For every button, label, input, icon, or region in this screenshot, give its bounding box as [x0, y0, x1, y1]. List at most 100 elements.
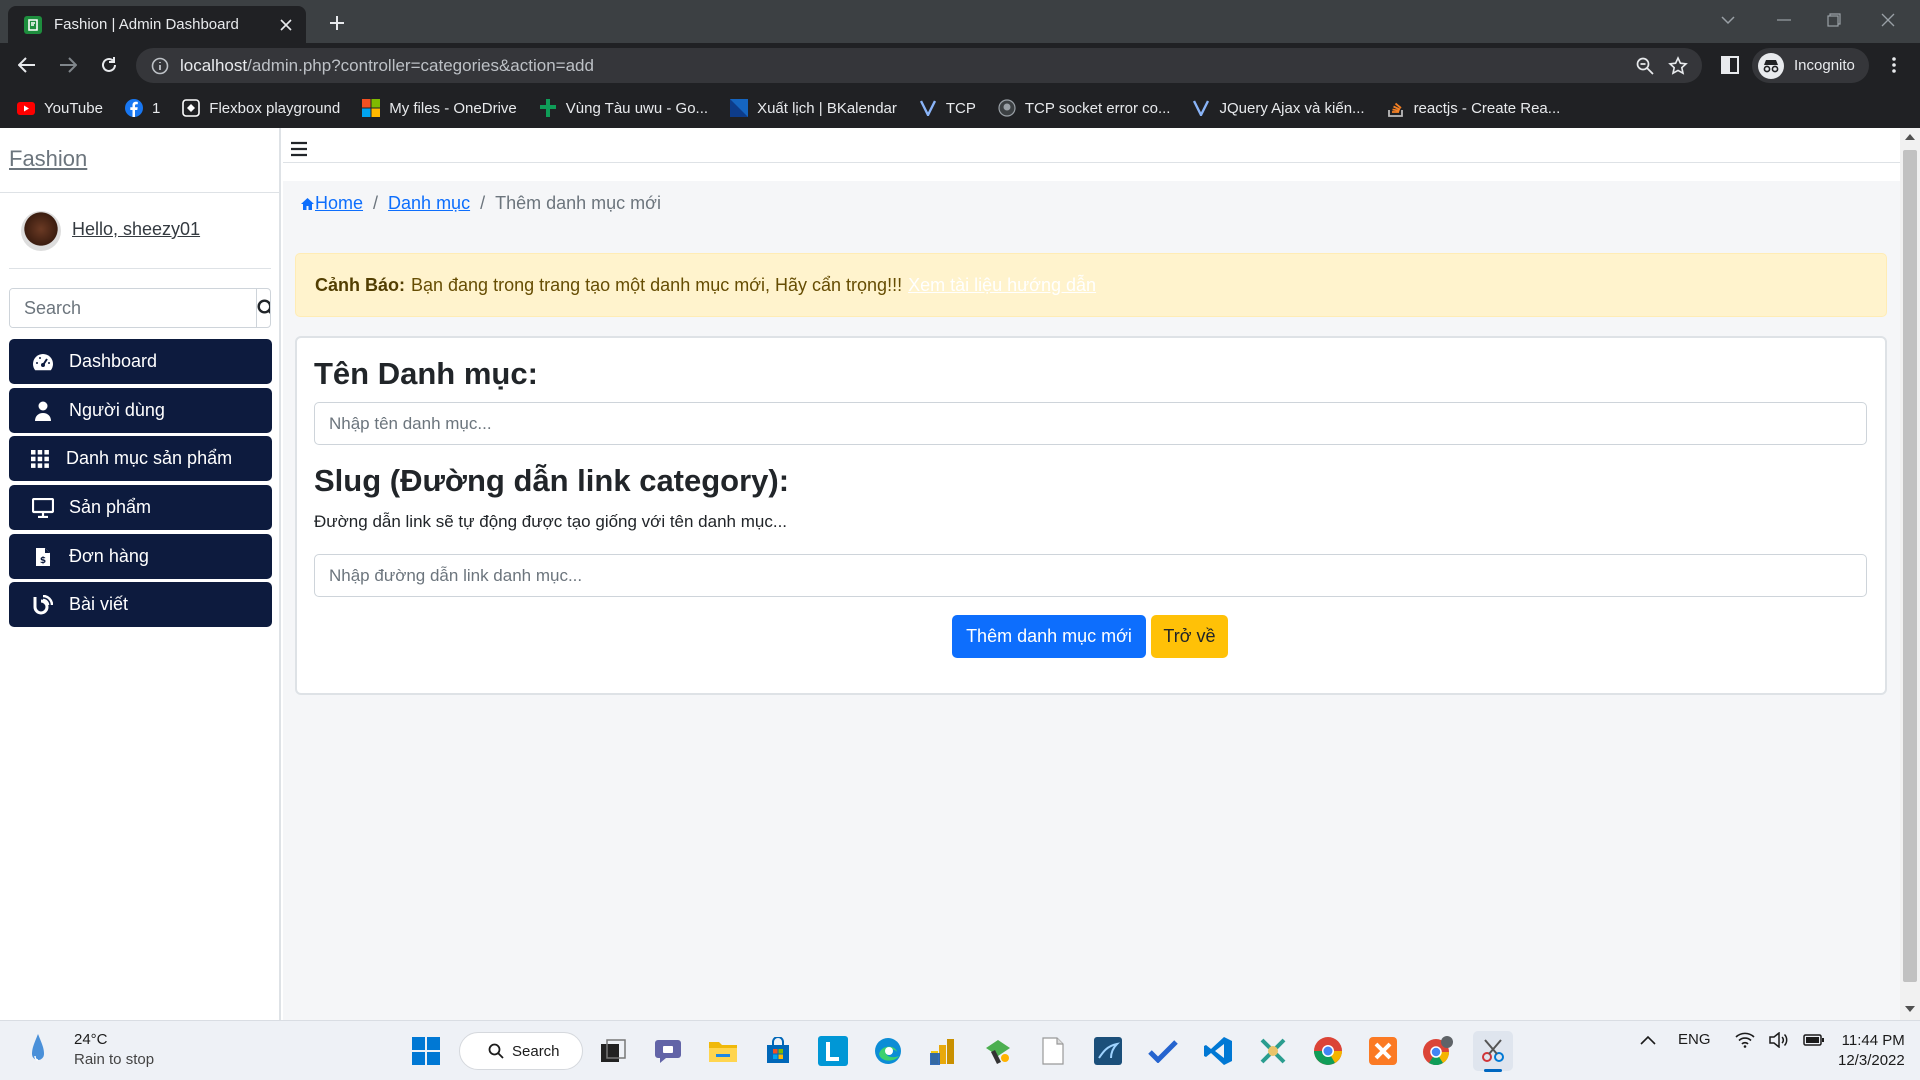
search-button[interactable] — [256, 289, 270, 327]
sidebar-item-label: Bài viết — [69, 594, 129, 614]
bookmark-item[interactable]: Flexbox playground — [182, 99, 340, 117]
v-icon — [919, 99, 937, 117]
close-window-icon[interactable] — [1860, 0, 1916, 40]
power-bi-icon[interactable] — [923, 1031, 963, 1071]
category-name-input[interactable] — [314, 402, 1867, 445]
svg-text:$: $ — [40, 556, 46, 566]
l-app-icon[interactable] — [813, 1031, 853, 1071]
sidebar-item-orders[interactable]: $ Đơn hàng — [9, 534, 272, 579]
site-favicon-icon — [24, 15, 42, 34]
chrome-icon[interactable] — [1308, 1031, 1348, 1071]
snipping-tool-icon[interactable] — [1473, 1031, 1513, 1071]
bookmark-item[interactable]: JQuery Ajax và kiến... — [1192, 99, 1365, 117]
restore-window-icon[interactable] — [1806, 0, 1862, 40]
active-app-indicator — [1484, 1069, 1502, 1072]
teams-chat-icon[interactable] — [648, 1031, 688, 1071]
scroll-down-icon[interactable] — [1905, 1006, 1915, 1012]
monitor-icon — [31, 496, 55, 520]
task-view-icon[interactable] — [593, 1031, 633, 1071]
bookmark-item[interactable]: Vùng Tàu uwu - Go... — [539, 99, 708, 117]
slug-input[interactable] — [314, 554, 1867, 597]
volume-icon[interactable] — [1768, 1031, 1789, 1048]
microsoft-store-icon[interactable] — [758, 1031, 798, 1071]
file-explorer-icon[interactable] — [703, 1031, 743, 1071]
chevron-up-icon[interactable] — [1640, 1035, 1656, 1045]
forward-icon[interactable] — [52, 49, 84, 81]
vscode-icon[interactable] — [1198, 1031, 1238, 1071]
sidebar-item-label: Người dùng — [69, 400, 165, 420]
sidebar-item-dashboard[interactable]: Dashboard — [9, 339, 272, 384]
xampp-icon[interactable] — [1363, 1031, 1403, 1071]
language-indicator[interactable]: ENG — [1678, 1031, 1711, 1048]
bookmark-item[interactable]: My files - OneDrive — [362, 99, 517, 117]
url-host: localhost — [180, 55, 248, 75]
site-info-icon[interactable] — [150, 56, 170, 76]
windows-start-icon[interactable] — [406, 1031, 446, 1071]
grid-icon — [28, 447, 52, 471]
scroll-up-icon[interactable] — [1905, 134, 1915, 140]
avatar — [21, 211, 61, 251]
sidebar-item-categories[interactable]: Danh mục sản phẩm — [9, 436, 272, 481]
minimize-window-icon[interactable] — [1756, 0, 1812, 40]
weather-widget[interactable]: 24°C Rain to stop — [30, 1030, 154, 1070]
add-category-button[interactable]: Thêm danh mục mới — [952, 615, 1146, 658]
sidebar-divider — [0, 192, 279, 193]
bookmark-label: 1 — [151, 99, 161, 117]
todo-icon[interactable] — [1143, 1031, 1183, 1071]
home-icon[interactable] — [300, 197, 315, 211]
back-button[interactable]: Trở về — [1151, 615, 1228, 658]
sidebar-item-posts[interactable]: Bài viết — [9, 582, 272, 627]
bookmarks-bar: YouTube 1 Flexbox playground My files - One… — [0, 88, 1920, 128]
chrome-incognito-icon[interactable] — [1418, 1031, 1458, 1071]
xcompare-icon[interactable] — [1253, 1031, 1293, 1071]
incognito-profile-button[interactable]: Incognito — [1752, 48, 1869, 83]
bookmark-item[interactable]: TCP socket error co... — [998, 99, 1170, 117]
speedometer-icon — [31, 350, 55, 374]
breadcrumb-category-link[interactable]: Danh mục — [388, 193, 470, 214]
notepad-file-icon[interactable] — [1033, 1031, 1073, 1071]
slug-label: Slug (Đường dẫn link category): — [314, 463, 790, 498]
side-panel-icon[interactable] — [1714, 49, 1746, 81]
rain-icon — [30, 1032, 46, 1068]
tab-search-icon[interactable] — [1700, 0, 1756, 40]
bookmark-item[interactable]: Xuất lịch | BKalendar — [730, 99, 897, 117]
search-input[interactable] — [10, 289, 256, 327]
sidebar-item-users[interactable]: Người dùng — [9, 388, 272, 433]
taskbar-search[interactable]: Search — [459, 1032, 583, 1070]
stackoverflow-icon — [1387, 99, 1405, 117]
hamburger-menu-icon[interactable] — [290, 141, 308, 157]
bookmark-item[interactable]: reactjs - Create Rea... — [1387, 99, 1560, 117]
taskbar-clock[interactable]: 11:44 PM 12/3/2022 — [1838, 1031, 1905, 1071]
address-bar[interactable]: localhost/admin.php?controller=categorie… — [136, 48, 1702, 83]
sidebar-search — [9, 288, 271, 328]
sidebar-item-products[interactable]: Sản phẩm — [9, 485, 272, 530]
top-navbar — [283, 128, 1900, 163]
tool-app-icon[interactable] — [978, 1031, 1018, 1071]
scrollbar-thumb[interactable] — [1903, 150, 1917, 982]
zoom-icon[interactable] — [1636, 57, 1654, 75]
search-icon — [488, 1043, 504, 1059]
bkalendar-icon — [730, 99, 749, 117]
alert-doc-link[interactable]: Xem tài liệu hướng dẫn — [908, 275, 1096, 296]
alert-title: Cảnh Báo: — [315, 274, 405, 295]
bookmark-item[interactable]: 1 — [124, 99, 161, 117]
wifi-icon[interactable] — [1734, 1032, 1755, 1048]
browser-menu-icon[interactable] — [1878, 49, 1910, 81]
bookmark-label: JQuery Ajax và kiến... — [1219, 99, 1365, 117]
brand-link[interactable]: Fashion — [9, 146, 87, 172]
breadcrumb-current: Thêm danh mục mới — [495, 193, 661, 213]
bookmark-item[interactable]: YouTube — [17, 99, 103, 117]
reload-icon[interactable] — [93, 49, 125, 81]
user-greeting-link[interactable]: Hello, sheezy01 — [72, 219, 200, 240]
edge-icon[interactable] — [868, 1031, 908, 1071]
browser-tab[interactable]: Fashion | Admin Dashboard — [8, 6, 306, 43]
new-tab-icon[interactable] — [324, 10, 350, 36]
breadcrumb-home-link[interactable]: Home — [315, 193, 363, 214]
mysql-workbench-icon[interactable] — [1088, 1031, 1128, 1071]
back-icon[interactable] — [11, 49, 43, 81]
bookmark-star-icon[interactable] — [1668, 55, 1688, 76]
bookmark-item[interactable]: TCP — [919, 99, 976, 117]
close-tab-icon[interactable] — [276, 15, 296, 35]
github-icon — [998, 99, 1016, 117]
battery-icon[interactable] — [1802, 1033, 1825, 1047]
